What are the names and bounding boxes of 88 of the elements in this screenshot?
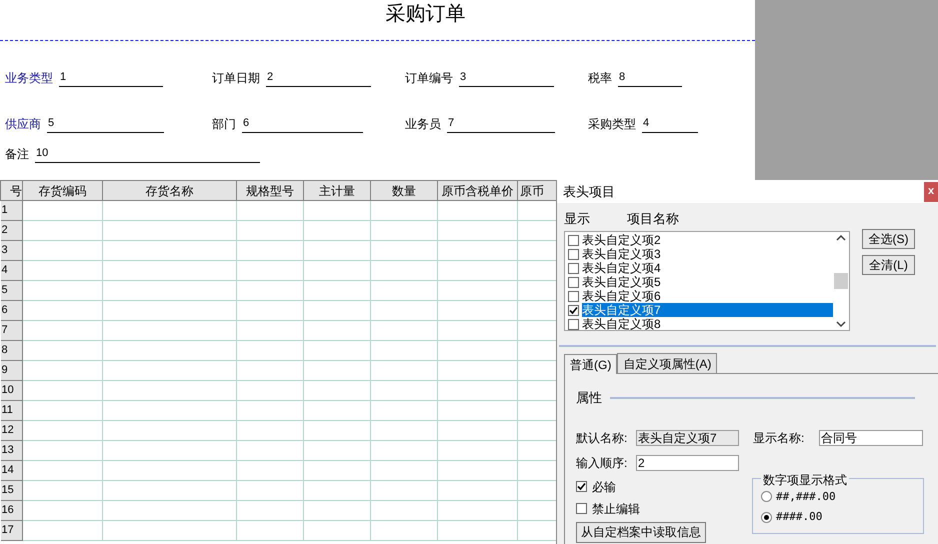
- field-label: 税率: [588, 70, 612, 87]
- read-info-button[interactable]: 从自定档案中读取信息: [576, 522, 706, 542]
- item-list[interactable]: 表头自定义项2 表头自定义项3 表头自定义项4 表头自定义项5 表头自定义项6 表头自定义项7 表头自定义项8: [564, 231, 850, 331]
- dialog-title: 表头项目: [563, 182, 615, 201]
- radio-button[interactable]: [761, 491, 772, 502]
- radio-button[interactable]: [761, 512, 772, 523]
- row-number: 4: [0, 260, 22, 280]
- field-label: 业务类型: [5, 70, 53, 87]
- display-name-field[interactable]: 合同号: [819, 430, 923, 446]
- form-title: 采购订单: [386, 2, 466, 27]
- field-label: 备注: [5, 146, 29, 163]
- checkbox-label: 必输: [592, 478, 616, 496]
- checkbox[interactable]: [576, 481, 587, 492]
- checkbox[interactable]: [568, 276, 579, 288]
- column-header: 数量: [370, 180, 438, 200]
- column-header: 存货名称: [102, 180, 236, 200]
- form-field[interactable]: 7: [447, 116, 555, 133]
- field-label: 部门: [212, 116, 236, 133]
- toolbar-button[interactable]: 全选(S): [862, 229, 915, 249]
- list-item[interactable]: 表头自定义项3: [582, 247, 833, 261]
- checkbox[interactable]: [568, 290, 579, 302]
- list-item[interactable]: 表头自定义项2: [582, 233, 833, 247]
- form-field[interactable]: 2: [266, 70, 371, 87]
- row-number: 7: [0, 320, 22, 340]
- section-label: 属性: [576, 389, 602, 407]
- column-header: 项目名称: [627, 210, 679, 227]
- close-button[interactable]: x: [924, 182, 938, 202]
- form-field[interactable]: 5: [47, 116, 164, 133]
- tab[interactable]: 自定义项属性(A): [617, 353, 718, 373]
- field-label: 显示名称:: [753, 430, 806, 446]
- default-name-field: 表头自定义项7: [636, 430, 739, 446]
- row-number: 13: [0, 440, 22, 460]
- scrollbar[interactable]: [833, 232, 849, 330]
- checkbox[interactable]: [576, 503, 587, 514]
- toolbar-button[interactable]: 全清(L): [862, 255, 915, 275]
- form-field[interactable]: 3: [459, 70, 554, 87]
- column-header: 原币含税单价: [438, 180, 518, 200]
- field-label: 采购类型: [588, 116, 636, 133]
- list-item[interactable]: 表头自定义项8: [582, 317, 833, 331]
- form-field[interactable]: 1: [59, 70, 163, 87]
- form-field[interactable]: 6: [242, 116, 363, 133]
- field-label: 默认名称:: [576, 430, 628, 446]
- row-number: 16: [0, 500, 22, 520]
- scroll-up-icon[interactable]: [836, 234, 846, 242]
- input-order-field[interactable]: 2: [636, 454, 739, 470]
- column-header: 号: [0, 180, 22, 200]
- form-field[interactable]: 4: [642, 116, 698, 133]
- list-item[interactable]: 表头自定义项6: [582, 289, 833, 303]
- checkbox[interactable]: [568, 234, 579, 246]
- field-label: 供应商: [5, 116, 41, 133]
- field-label: 订单编号: [405, 70, 453, 87]
- row-number: 11: [0, 400, 22, 420]
- checkbox-label: 禁止编辑: [592, 500, 640, 518]
- form-field[interactable]: 8: [618, 70, 682, 87]
- column-header: 主计量: [304, 180, 370, 200]
- checkbox[interactable]: [568, 304, 579, 316]
- checkbox[interactable]: [568, 262, 579, 274]
- radio-label: ####.00: [776, 509, 822, 525]
- row-number: 9: [0, 360, 22, 380]
- column-header: 规格型号: [236, 180, 304, 200]
- row-number: 5: [0, 280, 22, 300]
- field-label: 订单日期: [212, 70, 260, 87]
- list-item[interactable]: 表头自定义项7: [582, 303, 833, 317]
- checkbox[interactable]: [568, 248, 579, 260]
- list-item[interactable]: 表头自定义项4: [582, 261, 833, 275]
- scroll-down-icon[interactable]: [836, 320, 846, 328]
- row-number: 17: [0, 520, 22, 540]
- field-label: 输入顺序:: [576, 454, 628, 472]
- tab[interactable]: 普通(G): [564, 354, 618, 374]
- scrollbar-thumb[interactable]: [834, 273, 848, 289]
- row-number: 6: [0, 300, 22, 320]
- list-item[interactable]: 表头自定义项5: [582, 275, 833, 289]
- row-number: 15: [0, 480, 22, 500]
- row-number: 2: [0, 220, 22, 240]
- column-header: 存货编码: [22, 180, 102, 200]
- group-title: 数字项显示格式: [761, 470, 849, 488]
- row-number: 14: [0, 460, 22, 480]
- column-header: 原币: [518, 180, 556, 200]
- radio-label: ##,###.00: [776, 488, 836, 504]
- row-number: 10: [0, 380, 22, 400]
- row-number: 8: [0, 340, 22, 360]
- row-number: 12: [0, 420, 22, 440]
- column-header: 显示: [564, 210, 591, 227]
- row-number: 1: [0, 200, 22, 220]
- row-number: 3: [0, 240, 22, 260]
- form-field[interactable]: 10: [35, 146, 260, 163]
- checkbox[interactable]: [568, 318, 579, 330]
- field-label: 业务员: [405, 116, 441, 133]
